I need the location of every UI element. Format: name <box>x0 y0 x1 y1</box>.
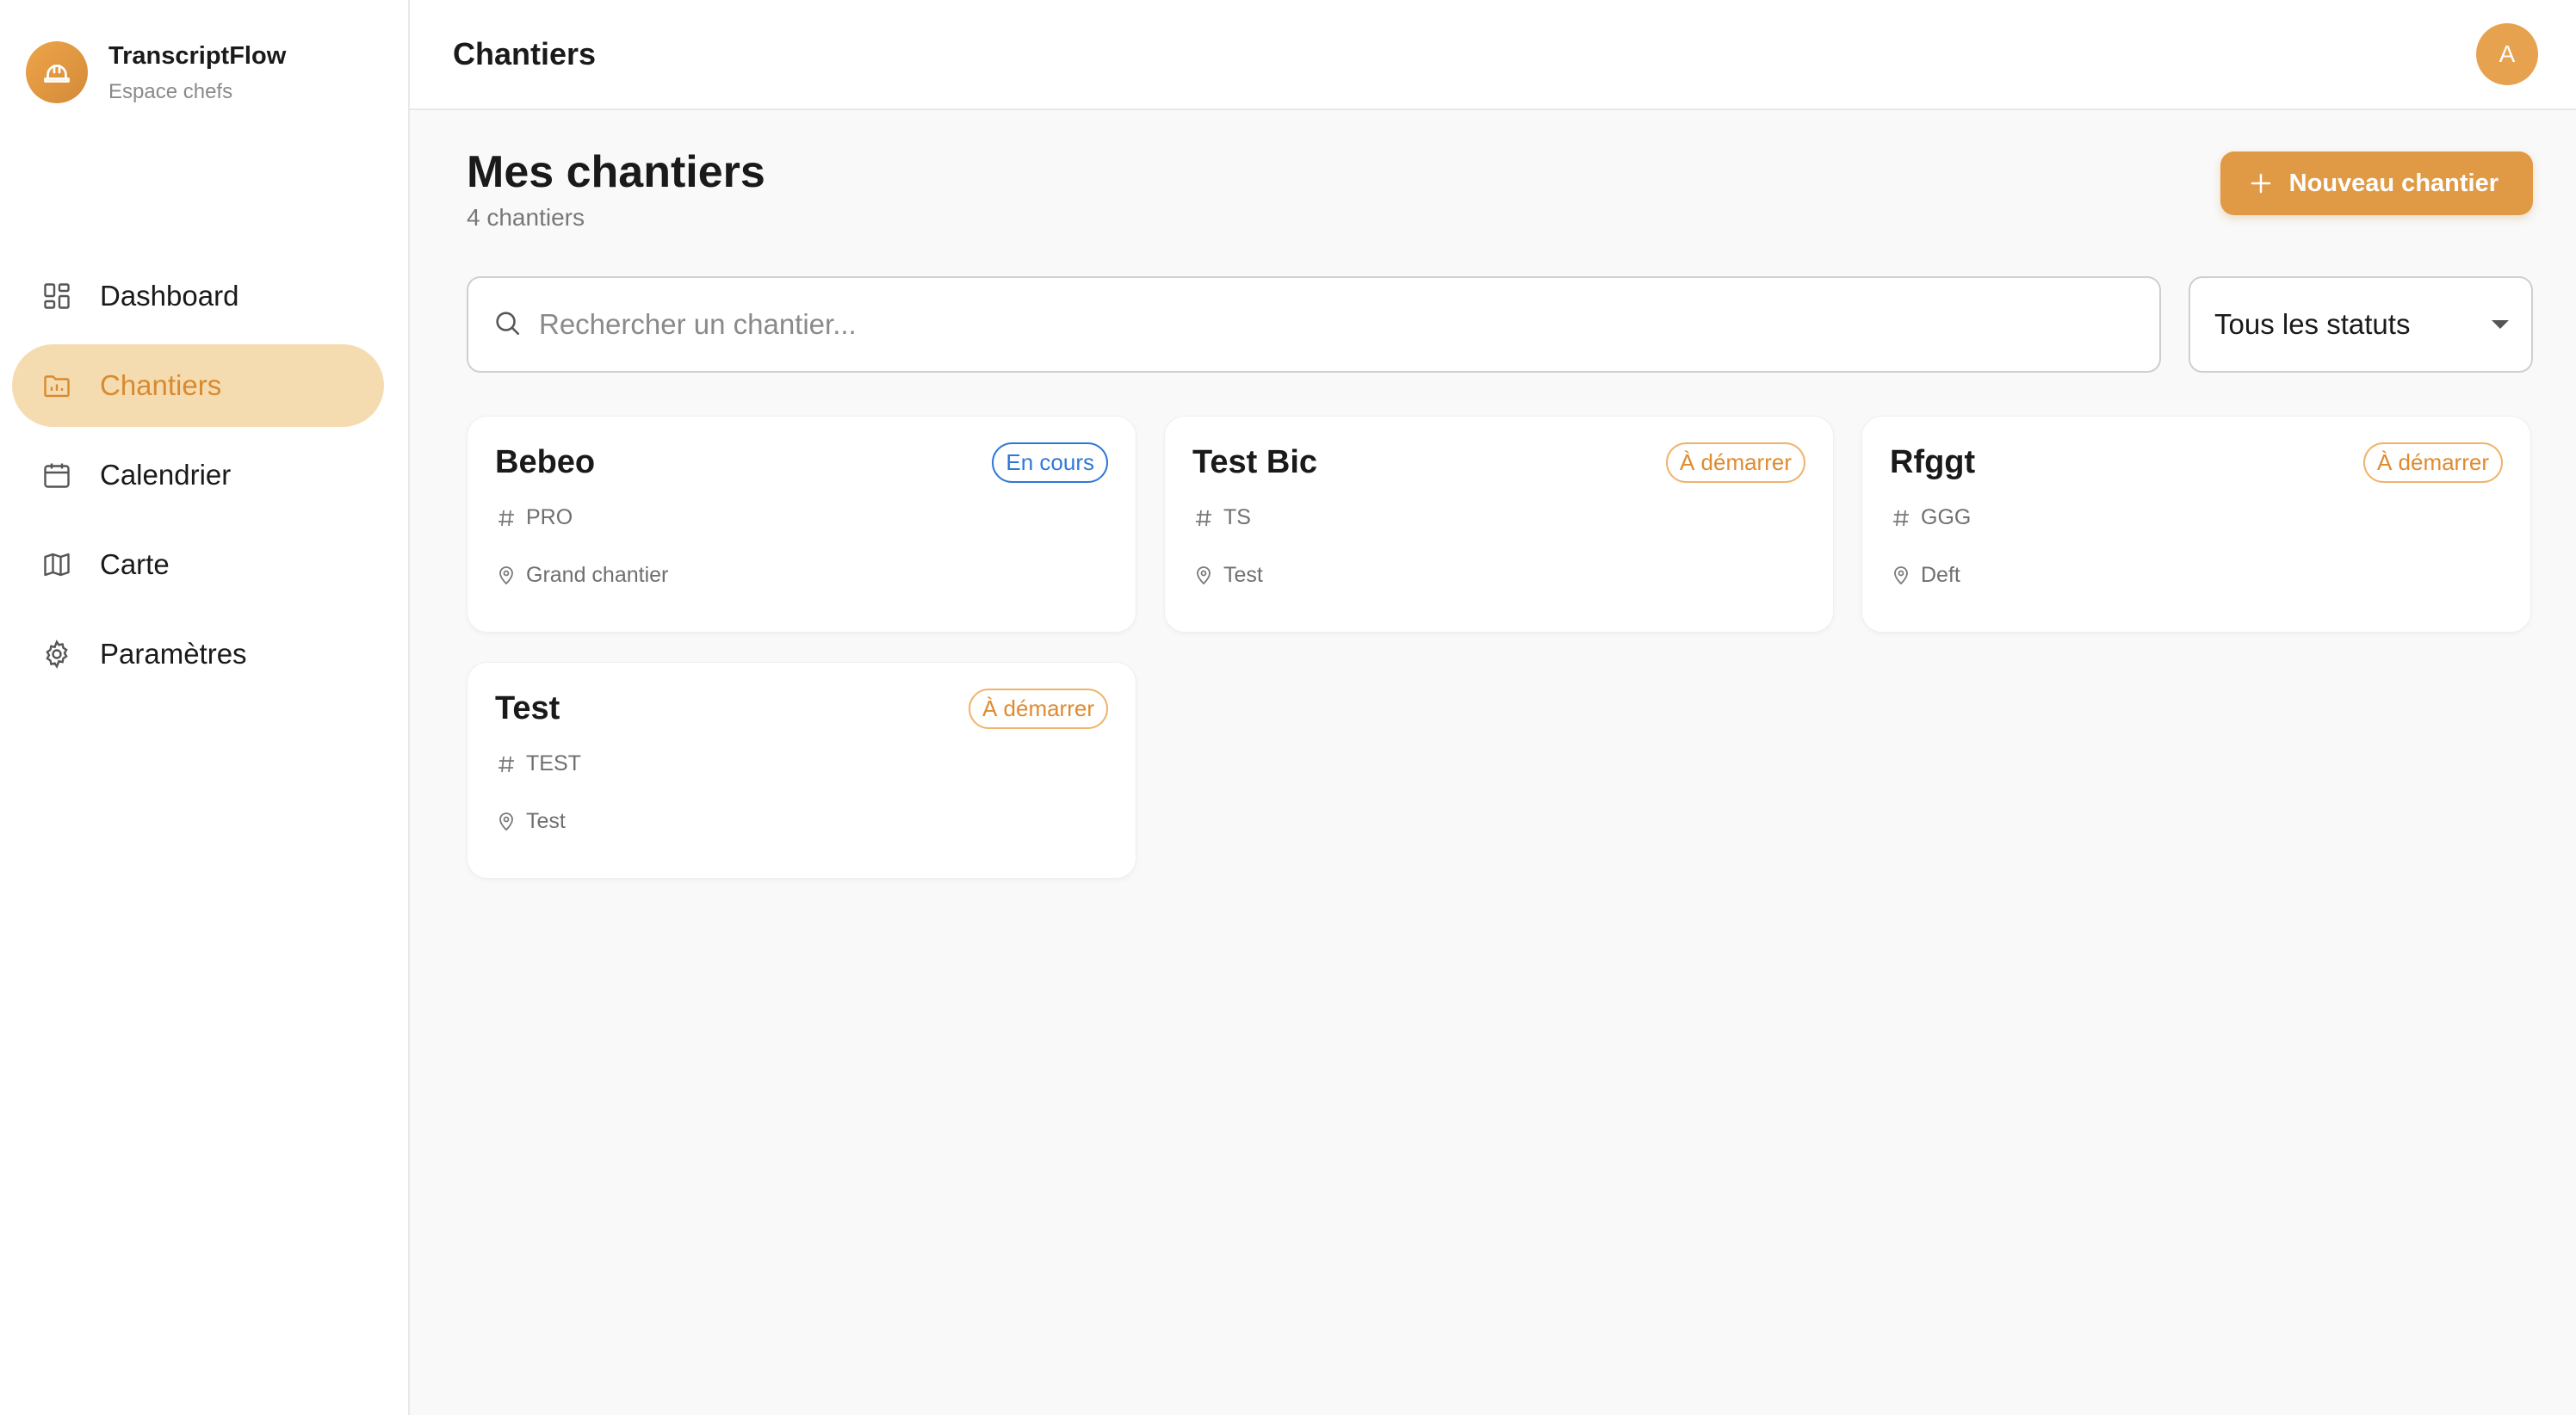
card-location: Grand chantier <box>526 563 669 588</box>
card-location: Test <box>526 809 566 834</box>
map-icon <box>40 547 74 582</box>
location-pin-icon <box>495 565 517 586</box>
sidebar-item-label: Calendrier <box>100 459 232 491</box>
topbar-title: Chantiers <box>453 36 597 71</box>
hash-icon <box>1890 508 1912 528</box>
status-badge: En cours <box>992 442 1108 484</box>
hardhat-icon <box>26 41 88 104</box>
status-filter-select[interactable]: Tous les statuts <box>2189 276 2533 374</box>
search-input[interactable] <box>539 308 2159 342</box>
chantier-card[interactable]: Bebeo En cours PRO Grand chantier <box>467 416 1136 633</box>
sidebar-item-label: Carte <box>100 548 170 580</box>
filters-bar: Tous les statuts <box>467 276 2533 374</box>
card-code: TEST <box>526 751 581 776</box>
chantier-count: 4 chantiers <box>467 204 585 232</box>
avatar[interactable]: A <box>2476 23 2538 85</box>
search-icon <box>492 308 522 342</box>
dashboard-icon <box>40 279 74 313</box>
hash-icon <box>495 508 517 528</box>
brand-subtitle: Espace chefs <box>108 79 233 103</box>
sidebar-item-dashboard[interactable]: Dashboard <box>12 255 384 337</box>
status-filter-value: Tous les statuts <box>2214 308 2411 341</box>
status-badge: À démarrer <box>1665 442 1805 484</box>
new-chantier-button[interactable]: Nouveau chantier <box>2220 151 2533 215</box>
hash-icon <box>1192 508 1215 528</box>
search-box <box>467 276 2161 374</box>
folder-icon <box>40 368 74 403</box>
calendar-icon <box>40 458 74 492</box>
content: Mes chantiers 4 chantiers Nouveau chanti… <box>467 110 2533 880</box>
chantier-card[interactable]: Rfggt À démarrer GGG Deft <box>1861 416 2531 633</box>
sidebar-item-carte[interactable]: Carte <box>12 523 384 606</box>
main-area: Chantiers A Mes chantiers 4 chantiers No… <box>410 0 2576 1415</box>
card-location: Deft <box>1921 563 1960 588</box>
card-location: Test <box>1223 563 1263 588</box>
chantier-card[interactable]: Test À démarrer TEST Test <box>467 662 1136 880</box>
card-code: PRO <box>526 505 573 530</box>
gear-icon <box>40 637 74 671</box>
hash-icon <box>495 754 517 775</box>
status-badge: À démarrer <box>968 689 1108 730</box>
card-title: Test Bic <box>1192 444 1318 481</box>
sidebar-item-parametres[interactable]: Paramètres <box>12 613 384 695</box>
card-title: Rfggt <box>1890 444 1976 481</box>
sidebar: TranscriptFlow Espace chefs Dashboard Ch… <box>0 0 410 1415</box>
sidebar-item-calendrier[interactable]: Calendrier <box>12 434 384 516</box>
new-chantier-label: Nouveau chantier <box>2288 169 2499 197</box>
brand: TranscriptFlow Espace chefs <box>26 41 286 104</box>
card-code: TS <box>1223 505 1251 530</box>
sidebar-item-chantiers[interactable]: Chantiers <box>12 344 384 427</box>
page-header: Mes chantiers 4 chantiers Nouveau chanti… <box>467 147 2533 232</box>
sidebar-nav: Dashboard Chantiers Calendrier Carte Par… <box>12 255 384 702</box>
location-pin-icon <box>495 812 517 832</box>
chantier-card[interactable]: Test Bic À démarrer TS Test <box>1164 416 1834 633</box>
topbar: Chantiers A <box>410 0 2576 110</box>
card-title: Test <box>495 690 560 727</box>
chantier-grid: Bebeo En cours PRO Grand chantier Test B… <box>467 416 2533 880</box>
brand-name: TranscriptFlow <box>108 42 287 70</box>
card-title: Bebeo <box>495 444 596 481</box>
location-pin-icon <box>1192 565 1215 586</box>
location-pin-icon <box>1890 565 1912 586</box>
sidebar-item-label: Paramètres <box>100 638 247 670</box>
sidebar-item-label: Dashboard <box>100 280 239 312</box>
app-root: TranscriptFlow Espace chefs Dashboard Ch… <box>0 0 2576 1415</box>
chevron-down-icon <box>2492 320 2509 330</box>
sidebar-item-label: Chantiers <box>100 369 222 401</box>
page-title: Mes chantiers <box>467 147 765 197</box>
card-code: GGG <box>1921 505 1972 530</box>
status-badge: À démarrer <box>2362 442 2503 484</box>
plus-icon <box>2248 170 2274 196</box>
